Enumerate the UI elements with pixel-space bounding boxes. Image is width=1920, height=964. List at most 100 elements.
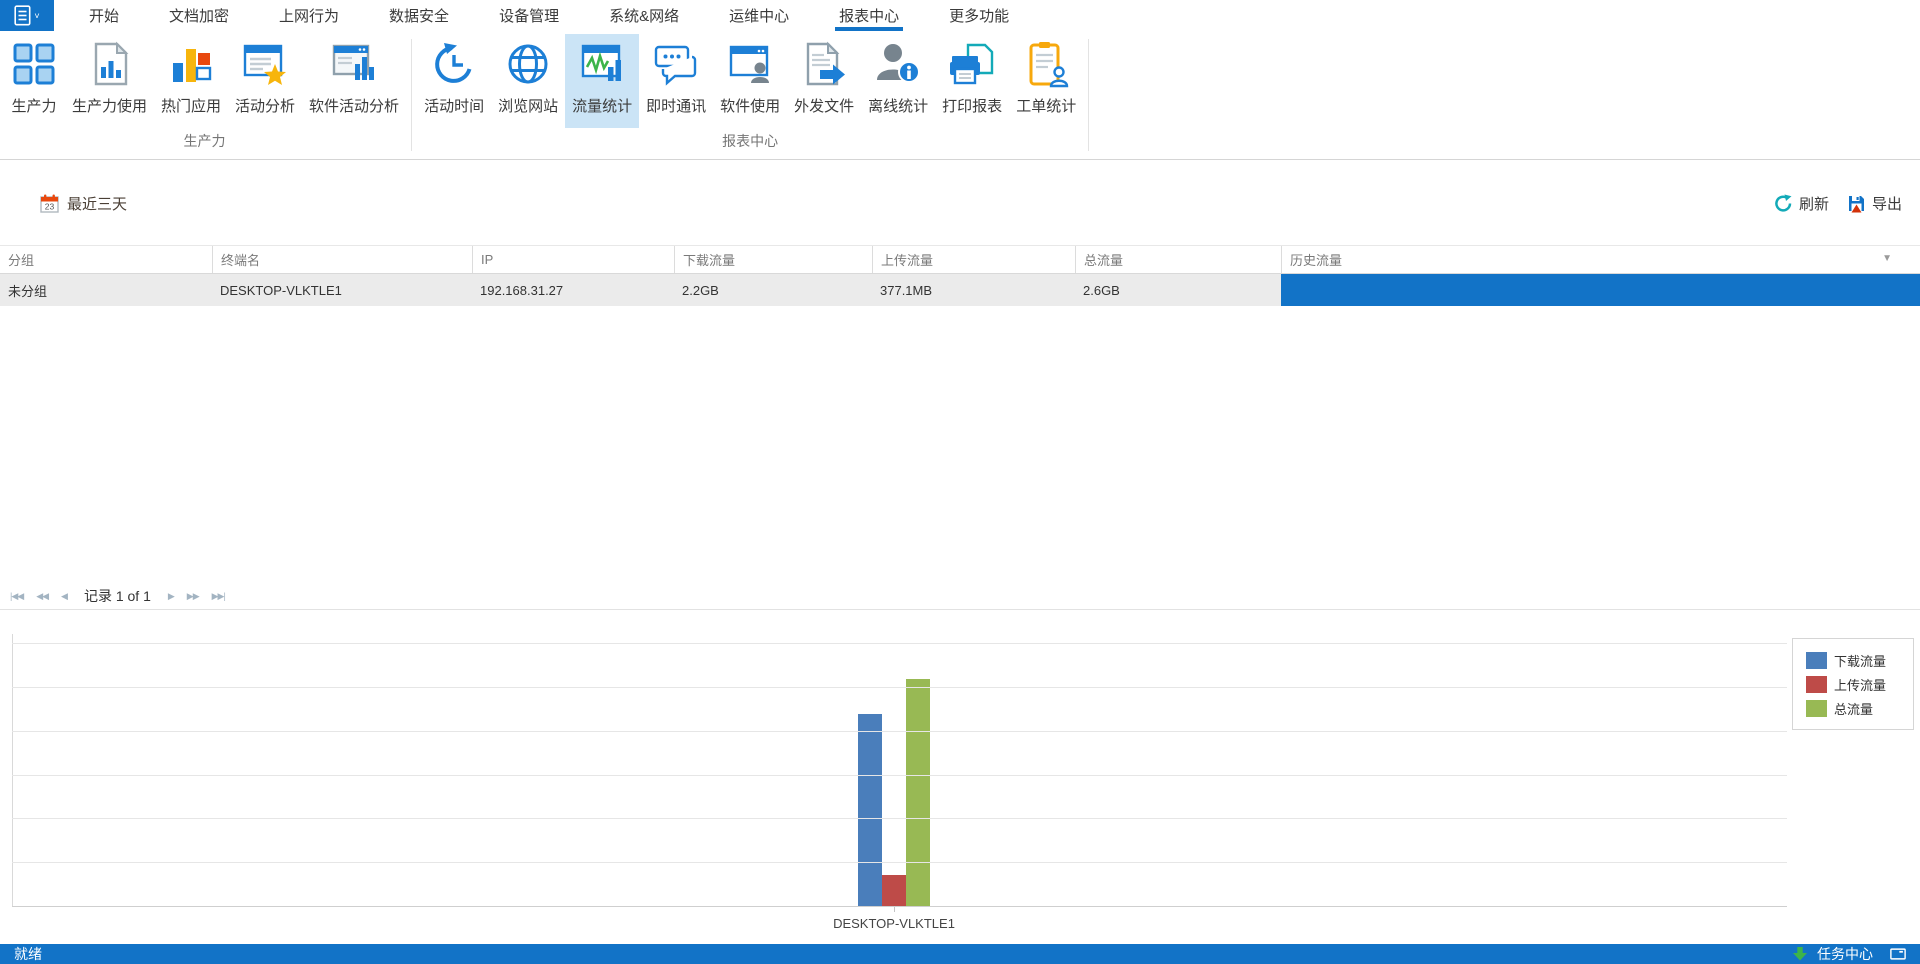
next-page-button[interactable]: ▶ (168, 591, 174, 602)
chart-baseline (12, 906, 1787, 907)
prev-page-button[interactable]: ◀ (61, 591, 67, 602)
ribbon-item-offline-stats[interactable]: 离线统计 (861, 34, 935, 128)
cell-total: 2.6GB (1075, 274, 1281, 306)
tab-report-center[interactable]: 报表中心 (837, 0, 901, 31)
ribbon-item-print-report[interactable]: 打印报表 (935, 34, 1009, 128)
tab-ops-center[interactable]: 运维中心 (727, 0, 791, 31)
legend-swatch (1806, 676, 1827, 693)
ribbon-item-label: 生产力 (11, 95, 56, 116)
tab-start[interactable]: 开始 (87, 0, 121, 31)
ticket-stats-icon (1022, 40, 1070, 88)
ribbon-item-outgoing-files[interactable]: 外发文件 (787, 34, 861, 128)
ribbon-item-productivity-usage[interactable]: 生产力使用 (65, 34, 154, 128)
task-center-button[interactable]: 任务中心 (1817, 944, 1873, 964)
software-activity-icon (330, 40, 378, 88)
menubar: ˅ 开始 文档加密 上网行为 数据安全 设备管理 系统&网络 运维中心 报表中心… (0, 0, 1920, 31)
ribbon-item-productivity[interactable]: 生产力 (3, 34, 65, 128)
traffic-table: 分组 终端名 IP 下载流量 上传流量 总流量 历史流量 ▼ 未分组 DESKT… (0, 245, 1920, 306)
legend-item-upload: 上传流量 (1806, 675, 1913, 694)
cell-download: 2.2GB (674, 274, 872, 306)
column-header-group[interactable]: 分组 (0, 246, 212, 273)
refresh-label: 刷新 (1799, 193, 1829, 214)
column-header-upload[interactable]: 上传流量 (872, 246, 1075, 273)
export-icon (1847, 194, 1866, 213)
ribbon-item-label: 浏览网站 (498, 95, 558, 116)
productivity-grid-icon (10, 40, 58, 88)
outgoing-files-icon (800, 40, 848, 88)
statusbar: 就绪 任务中心 (0, 944, 1920, 964)
table-row[interactable]: 未分组 DESKTOP-VLKTLE1 192.168.31.27 2.2GB … (0, 274, 1920, 306)
chart-bar-0 (858, 714, 882, 907)
pagination-bar: |◀◀ ◀◀ ◀ 记录 1 of 1 ▶ ▶▶ ▶▶| (0, 583, 1920, 610)
tab-web-behavior[interactable]: 上网行为 (277, 0, 341, 31)
column-header-total[interactable]: 总流量 (1075, 246, 1281, 273)
ribbon-item-activity-analysis[interactable]: 活动分析 (228, 34, 302, 128)
ribbon: 生产力 生产力使用 (0, 31, 1920, 160)
chart-category-label: DESKTOP-VLKTLE1 (794, 916, 994, 931)
status-ready-label: 就绪 (14, 944, 42, 964)
last-page-button[interactable]: ▶▶| (212, 591, 225, 602)
traffic-bar-chart: DESKTOP-VLKTLE1 下载流量 上传流量 总流量 (0, 610, 1920, 944)
top-apps-icon (167, 40, 215, 88)
tab-system-network[interactable]: 系统&网络 (607, 0, 681, 31)
export-button[interactable]: 导出 (1847, 193, 1902, 214)
cell-ip: 192.168.31.27 (472, 274, 674, 306)
tab-document-encryption[interactable]: 文档加密 (167, 0, 231, 31)
doc-chart-icon (86, 40, 134, 88)
ribbon-item-software-activity-analysis[interactable]: 软件活动分析 (302, 34, 406, 128)
chart-bar-2 (906, 679, 930, 907)
legend-swatch (1806, 652, 1827, 669)
instant-message-icon (652, 40, 700, 88)
ribbon-group-report-center: 活动时间 浏览网站 (414, 31, 1086, 159)
ribbon-item-ticket-stats[interactable]: 工单统计 (1009, 34, 1083, 128)
legend-label: 总流量 (1834, 699, 1873, 718)
ribbon-group-divider (1088, 39, 1089, 151)
refresh-button[interactable]: 刷新 (1774, 193, 1829, 214)
ribbon-item-label: 打印报表 (942, 95, 1002, 116)
ribbon-item-activity-time[interactable]: 活动时间 (417, 34, 491, 128)
chart-x-tick (894, 907, 895, 912)
traffic-stats-icon (578, 40, 626, 88)
ribbon-group-label: 生产力 (3, 128, 406, 159)
column-filter-dropdown-icon[interactable]: ▼ (1882, 253, 1892, 264)
offline-stats-icon (874, 40, 922, 88)
ribbon-item-label: 热门应用 (161, 95, 221, 116)
tab-more-features[interactable]: 更多功能 (947, 0, 1011, 31)
column-header-terminal[interactable]: 终端名 (212, 246, 472, 273)
tab-data-security[interactable]: 数据安全 (387, 0, 451, 31)
software-usage-icon (726, 40, 774, 88)
ribbon-item-browse-websites[interactable]: 浏览网站 (491, 34, 565, 128)
ribbon-group-divider (411, 39, 412, 151)
ribbon-item-top-apps[interactable]: 热门应用 (154, 34, 228, 128)
column-header-ip[interactable]: IP (472, 246, 674, 273)
chart-gridline (12, 687, 1787, 688)
column-header-download[interactable]: 下载流量 (674, 246, 872, 273)
filterbar: 23 最近三天 刷新 (0, 160, 1920, 245)
chart-legend: 下载流量 上传流量 总流量 (1792, 638, 1914, 730)
print-report-icon (948, 40, 996, 88)
ribbon-item-label: 工单统计 (1016, 95, 1076, 116)
ribbon-item-label: 外发文件 (794, 95, 854, 116)
ribbon-item-traffic-stats[interactable]: 流量统计 (565, 34, 639, 128)
task-window-icon[interactable] (1890, 946, 1906, 962)
ribbon-item-label: 软件使用 (720, 95, 780, 116)
legend-label: 下载流量 (1834, 651, 1886, 670)
first-page-button[interactable]: |◀◀ (10, 591, 23, 602)
date-range-filter[interactable]: 23 最近三天 (40, 193, 127, 214)
chart-bar-1 (882, 875, 906, 907)
chart-plot (12, 644, 1787, 907)
fast-next-page-button[interactable]: ▶▶ (187, 591, 199, 602)
tab-device-management[interactable]: 设备管理 (497, 0, 561, 31)
cell-group: 未分组 (0, 274, 212, 306)
ribbon-item-software-usage[interactable]: 软件使用 (713, 34, 787, 128)
fast-prev-page-button[interactable]: ◀◀ (36, 591, 48, 602)
ribbon-item-instant-messaging[interactable]: 即时通讯 (639, 34, 713, 128)
column-header-history[interactable]: 历史流量 (1281, 246, 1920, 273)
ribbon-item-label: 活动时间 (424, 95, 484, 116)
app-menu-button[interactable]: ˅ (0, 0, 54, 31)
date-range-label: 最近三天 (67, 193, 127, 214)
chart-gridline (12, 731, 1787, 732)
ribbon-item-label: 流量统计 (572, 95, 632, 116)
ribbon-item-label: 活动分析 (235, 95, 295, 116)
ribbon-item-label: 软件活动分析 (309, 95, 399, 116)
